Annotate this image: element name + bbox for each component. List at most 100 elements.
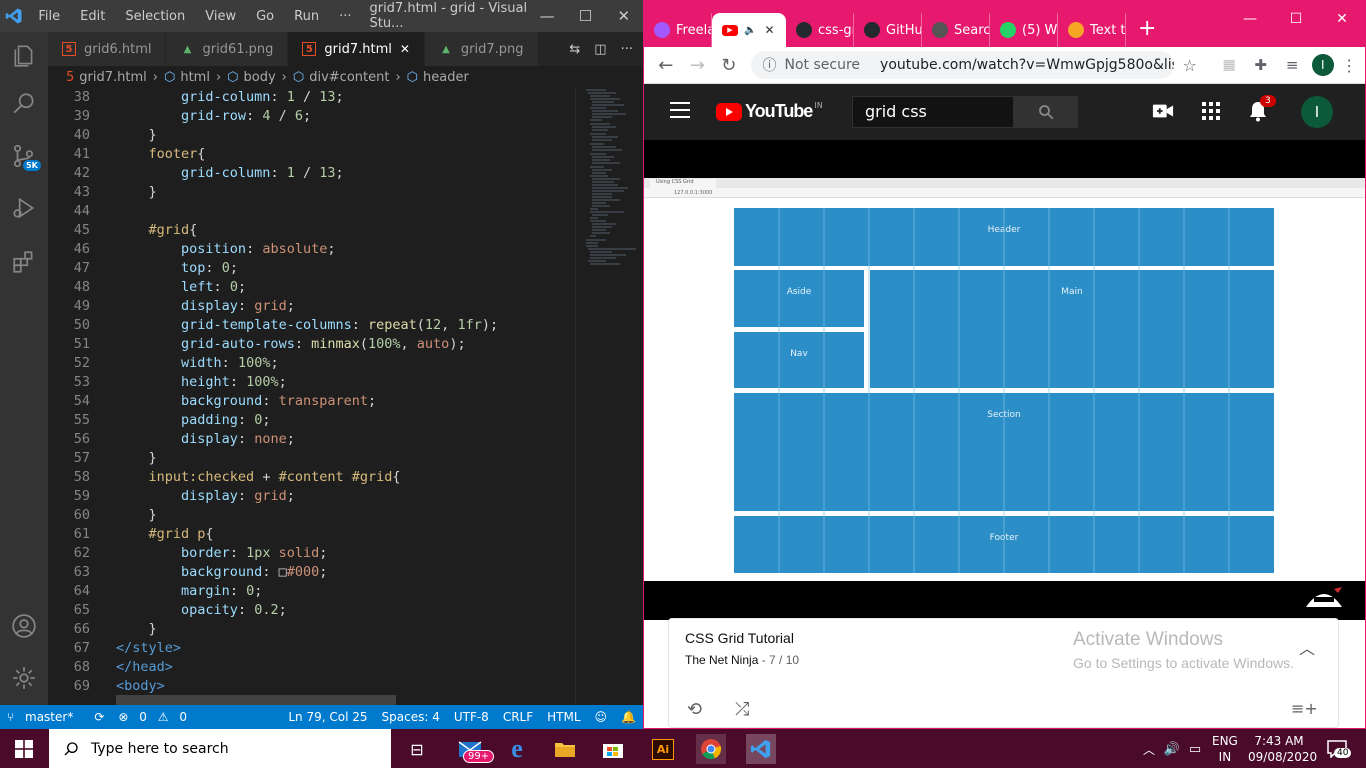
- menu-item-1[interactable]: Edit: [70, 9, 115, 24]
- loop-icon[interactable]: ⟲: [687, 699, 702, 720]
- profile-avatar[interactable]: I: [1311, 54, 1334, 76]
- more-actions-icon[interactable]: ···: [621, 42, 633, 57]
- breadcrumb-item[interactable]: html: [180, 70, 210, 85]
- code-line[interactable]: 43 }: [48, 183, 575, 202]
- extensions-icon[interactable]: [0, 238, 48, 286]
- collapse-chevron-icon[interactable]: ︿: [1299, 635, 1315, 659]
- code-line[interactable]: 39 grid-row: 4 / 6;: [48, 107, 575, 126]
- tab-audio-icon[interactable]: 🔈: [744, 25, 756, 36]
- code-line[interactable]: 57 }: [48, 449, 575, 468]
- code-line[interactable]: 40 }: [48, 126, 575, 145]
- task-view-icon[interactable]: ⊟: [402, 734, 432, 764]
- playlist-add-icon[interactable]: ≡+: [1291, 699, 1318, 718]
- line-ending[interactable]: CRLF: [503, 710, 533, 724]
- store-icon[interactable]: [598, 734, 628, 764]
- sync-icon[interactable]: ⟳: [94, 710, 104, 724]
- clock[interactable]: 7:43 AM 09/08/2020: [1248, 733, 1317, 765]
- source-control-icon[interactable]: 5K: [0, 132, 48, 180]
- shuffle-icon[interactable]: ⤮: [735, 699, 749, 720]
- mail-icon[interactable]: 99+: [455, 734, 495, 764]
- extension-icon[interactable]: ▦: [1213, 57, 1245, 73]
- vscode-taskbar-icon[interactable]: [746, 734, 776, 764]
- back-arrow-icon[interactable]: ←: [650, 55, 682, 76]
- reload-icon[interactable]: ↻: [713, 55, 745, 76]
- code-line[interactable]: 65 opacity: 0.2;: [48, 601, 575, 620]
- url-text[interactable]: youtube.com/watch?v=WmwGpjg580o&list=...: [880, 57, 1174, 73]
- illustrator-icon[interactable]: Ai: [648, 734, 678, 764]
- youtube-search-button[interactable]: [1014, 96, 1078, 128]
- video-player[interactable]: Using CSS Grid 127.0.0.1:3000 Header Asi…: [644, 140, 1365, 620]
- new-tab-button[interactable]: +: [1126, 16, 1168, 47]
- code-line[interactable]: 62 border: 1px solid;: [48, 544, 575, 563]
- code-line[interactable]: 44: [48, 202, 575, 221]
- breadcrumb-item[interactable]: header: [423, 70, 469, 85]
- code-line[interactable]: 45 #grid{: [48, 221, 575, 240]
- notifications-bell-icon[interactable]: 3: [1248, 95, 1276, 126]
- youtube-logo[interactable]: YouTube IN: [716, 101, 823, 122]
- code-line[interactable]: 69 <body>: [48, 677, 575, 696]
- menu-item-2[interactable]: Selection: [115, 9, 195, 24]
- code-line[interactable]: 50 grid-template-columns: repeat(12, 1fr…: [48, 316, 575, 335]
- code-line[interactable]: 60 }: [48, 506, 575, 525]
- code-line[interactable]: 49 display: grid;: [48, 297, 575, 316]
- chrome-minimize-button[interactable]: —: [1227, 1, 1273, 37]
- forward-arrow-icon[interactable]: →: [682, 55, 714, 76]
- create-video-icon[interactable]: [1152, 102, 1174, 124]
- network-icon[interactable]: ▭: [1180, 734, 1210, 764]
- menu-item-3[interactable]: View: [195, 9, 246, 24]
- code-line[interactable]: 63 background: □#000;: [48, 563, 575, 582]
- minimize-button[interactable]: —: [528, 7, 566, 25]
- edge-browser-icon[interactable]: e: [502, 734, 532, 764]
- code-line[interactable]: 58 input:checked + #content #grid{: [48, 468, 575, 487]
- code-line[interactable]: 59 display: grid;: [48, 487, 575, 506]
- bookmark-star-icon[interactable]: ☆: [1174, 56, 1206, 75]
- code-line[interactable]: 46 position: absolute;: [48, 240, 575, 259]
- code-line[interactable]: 55 padding: 0;: [48, 411, 575, 430]
- breadcrumb-item[interactable]: grid7.html: [79, 70, 146, 85]
- apps-grid-icon[interactable]: [1202, 102, 1220, 120]
- browser-tab[interactable]: GitHu: [854, 13, 922, 47]
- settings-gear-icon[interactable]: [0, 654, 48, 702]
- chrome-close-button[interactable]: ✕: [1319, 1, 1365, 37]
- code-line[interactable]: 52 width: 100%;: [48, 354, 575, 373]
- media-control-icon[interactable]: ≡: [1276, 56, 1308, 74]
- code-editor[interactable]: 38 grid-column: 1 / 13; 39 grid-row: 4 / …: [48, 88, 575, 705]
- browser-tab[interactable]: ▶ 🔈 ✕: [712, 13, 786, 47]
- channel-watermark-icon[interactable]: [1304, 585, 1344, 613]
- editor-tab[interactable]: 5 grid6.html: [48, 32, 167, 66]
- maximize-button[interactable]: ☐: [566, 7, 604, 25]
- extensions-puzzle-icon[interactable]: ✚: [1245, 56, 1277, 74]
- menu-item-4[interactable]: Go: [246, 9, 284, 24]
- action-center-icon[interactable]: 40: [1322, 734, 1352, 764]
- close-tab-icon[interactable]: ✕: [764, 23, 774, 37]
- code-line[interactable]: 42 grid-column: 1 / 13;: [48, 164, 575, 183]
- editor-tab[interactable]: ▲ grid61.png: [166, 32, 289, 66]
- browser-tab[interactable]: (5) Wl: [990, 13, 1058, 47]
- file-explorer-icon[interactable]: [550, 734, 580, 764]
- taskbar-search-box[interactable]: Type here to search: [49, 729, 391, 768]
- code-line[interactable]: 53 height: 100%;: [48, 373, 575, 392]
- breadcrumb-item[interactable]: body: [244, 70, 276, 85]
- editor-tab[interactable]: 5 grid7.html ✕: [288, 32, 425, 66]
- omnibox[interactable]: ⓘ Not secure youtube.com/watch?v=WmwGpjg…: [750, 51, 1174, 79]
- not-secure-label[interactable]: Not secure: [785, 57, 861, 73]
- info-icon[interactable]: ⓘ: [763, 55, 777, 75]
- indentation[interactable]: Spaces: 4: [382, 710, 440, 724]
- browser-tab[interactable]: css-gr: [786, 13, 854, 47]
- code-line[interactable]: 56 display: none;: [48, 430, 575, 449]
- compare-icon[interactable]: ⇆: [569, 42, 580, 57]
- problems-indicator[interactable]: ⊗ 0 ⚠ 0: [118, 710, 194, 724]
- menu-item-6[interactable]: ···: [329, 9, 361, 24]
- chrome-taskbar-icon[interactable]: [696, 734, 726, 764]
- hamburger-menu-icon[interactable]: [670, 102, 690, 118]
- minimap[interactable]: [575, 88, 643, 705]
- playlist-author[interactable]: The Net Ninja: [685, 653, 758, 667]
- playlist-title[interactable]: CSS Grid Tutorial: [685, 630, 794, 646]
- windows-start-icon[interactable]: [9, 734, 39, 764]
- code-line[interactable]: 41 footer{: [48, 145, 575, 164]
- code-line[interactable]: 47 top: 0;: [48, 259, 575, 278]
- horizontal-scrollbar[interactable]: [116, 695, 396, 705]
- run-debug-icon[interactable]: [0, 184, 48, 232]
- youtube-avatar[interactable]: I: [1301, 96, 1333, 128]
- code-line[interactable]: 68 </head>: [48, 658, 575, 677]
